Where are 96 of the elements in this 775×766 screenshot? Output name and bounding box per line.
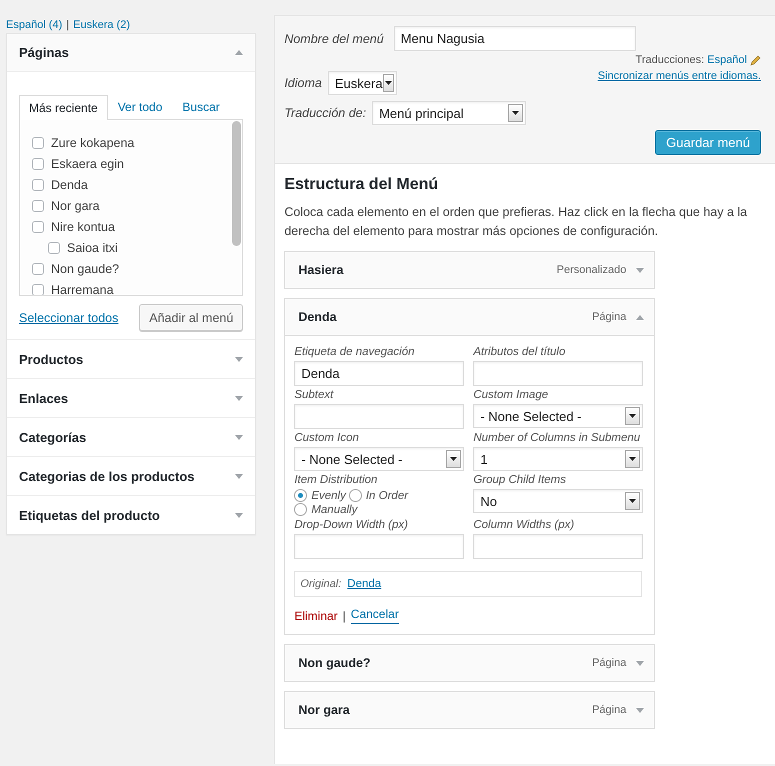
checkbox[interactable] [32, 178, 44, 190]
menu-item-title: Nor gara [298, 703, 351, 717]
field-label: Column Widths (px) [473, 519, 576, 531]
original-label: Original: [300, 578, 342, 590]
page-label: Eskaera egin [51, 156, 124, 170]
language-link[interactable]: Español (4) [6, 18, 62, 30]
tab[interactable]: Ver todo [108, 94, 172, 119]
field-label: Item Distribution [294, 474, 378, 486]
field-label: Subtext [294, 389, 335, 401]
field-label: Number of Columns in Submenu [473, 432, 642, 444]
input-field[interactable] [294, 534, 464, 559]
page-label: Denda [51, 178, 88, 192]
dropdown[interactable]: - None Selected - [473, 404, 644, 428]
radio-button[interactable] [294, 503, 308, 516]
field-label: Group Child Items [473, 474, 568, 486]
menu-item-title: Hasiera [298, 263, 345, 277]
menu-item-type: Personalizado [556, 264, 626, 276]
cancel-link[interactable]: Cancelar [350, 607, 399, 624]
radio-label: Evenly [311, 490, 346, 502]
radio-label: Manually [311, 504, 358, 516]
caret-icon [384, 81, 392, 85]
checkbox[interactable] [32, 158, 44, 170]
field-label: Etiqueta de navegación [294, 346, 416, 358]
field-label: Nombre del menú [284, 32, 384, 46]
tab[interactable]: Buscar [172, 94, 230, 119]
caret-icon [629, 414, 636, 418]
page-label: Nor gara [51, 198, 100, 212]
expand-arrow-icon[interactable] [235, 474, 244, 478]
caret-icon [512, 111, 520, 115]
translation-link[interactable]: Español [707, 54, 747, 66]
dropdown[interactable]: No [473, 489, 644, 513]
caret-icon [450, 457, 458, 461]
panel-title[interactable]: Páginas [19, 45, 69, 60]
panel-title[interactable]: Enlaces [19, 390, 68, 406]
field-label: Drop-Down Width (px) [294, 519, 409, 531]
panel-title[interactable]: Categorías [19, 430, 86, 444]
field-label: Custom Icon [294, 432, 360, 444]
original-link[interactable]: Denda [347, 578, 382, 590]
page-label: Saioa itxi [67, 240, 118, 254]
add-to-menu-button[interactable]: Añadir al menú [139, 304, 244, 331]
dropdown[interactable]: Euskera [328, 71, 397, 95]
input-field[interactable] [294, 404, 464, 429]
expand-arrow-icon[interactable] [235, 512, 244, 518]
input-field[interactable] [473, 361, 644, 386]
menu-item-title: Non gaude? [298, 656, 372, 670]
select-all-link[interactable]: Seleccionar todos [19, 310, 118, 324]
checkbox[interactable] [32, 220, 44, 232]
caret-icon [629, 457, 636, 461]
field-label: Traducción de: [284, 106, 366, 120]
separator: | [342, 608, 346, 622]
remove-link[interactable]: Eliminar [294, 608, 338, 622]
language-link[interactable]: Euskera (2) [73, 18, 130, 30]
menu-item-title: Denda [298, 310, 338, 324]
checkbox[interactable] [48, 242, 60, 254]
expand-arrow-icon[interactable] [636, 708, 644, 712]
pencil-icon[interactable] [750, 54, 761, 66]
radio-label: In Order [366, 490, 408, 502]
separator: | [66, 18, 70, 30]
checkbox[interactable] [32, 136, 44, 148]
expand-arrow-icon[interactable] [235, 434, 244, 440]
field-label: Custom Image [473, 389, 550, 401]
page-label: Nire kontua [51, 220, 115, 234]
panel-title[interactable]: Etiquetas del producto [19, 508, 160, 522]
collapse-arrow-icon[interactable] [235, 50, 244, 55]
input-field[interactable] [473, 534, 644, 559]
checkbox[interactable] [32, 284, 44, 295]
section-title: Estructura del Menú [284, 176, 440, 194]
panel-title[interactable]: Productos [19, 352, 84, 366]
caret-icon [629, 499, 636, 503]
menu-name-field[interactable]: Menu Nagusia [394, 26, 636, 51]
dropdown[interactable]: - None Selected - [294, 447, 464, 471]
field-label: Atributos del título [473, 346, 566, 358]
menu-item-type: Página [592, 657, 626, 669]
expand-arrow-icon[interactable] [636, 268, 644, 272]
menu-item-type: Página [592, 311, 626, 323]
expand-arrow-icon[interactable] [235, 356, 244, 362]
radio-button[interactable] [348, 489, 362, 502]
tab[interactable]: Más reciente [19, 95, 108, 120]
page-label: Harremana [51, 282, 114, 295]
collapse-arrow-icon[interactable] [636, 314, 644, 320]
input-field[interactable]: Denda [294, 361, 464, 386]
field-label: Idioma [284, 76, 322, 90]
translations-label: Traducciones: [636, 54, 704, 66]
page-label: Non gaude? [51, 262, 120, 276]
dropdown[interactable]: 1 [473, 447, 644, 471]
panel-title[interactable]: Categorias de los productos [19, 468, 195, 484]
dropdown[interactable]: Menú principal [372, 101, 526, 125]
page-label: Zure kokapena [51, 136, 134, 150]
radio-button[interactable] [294, 489, 308, 502]
checkbox[interactable] [32, 200, 44, 212]
menu-item-type: Página [592, 704, 626, 716]
sync-menus-link[interactable]: Sincronizar menús entre idiomas. [598, 70, 761, 82]
checkbox[interactable] [32, 262, 44, 274]
expand-arrow-icon[interactable] [636, 660, 644, 666]
expand-arrow-icon[interactable] [235, 396, 244, 400]
section-description: Coloca cada elemento en el orden que prefieras. Haz click en la flecha que hay a la derecha del elemento para mostrar más opciones de configuración. [284, 204, 748, 240]
